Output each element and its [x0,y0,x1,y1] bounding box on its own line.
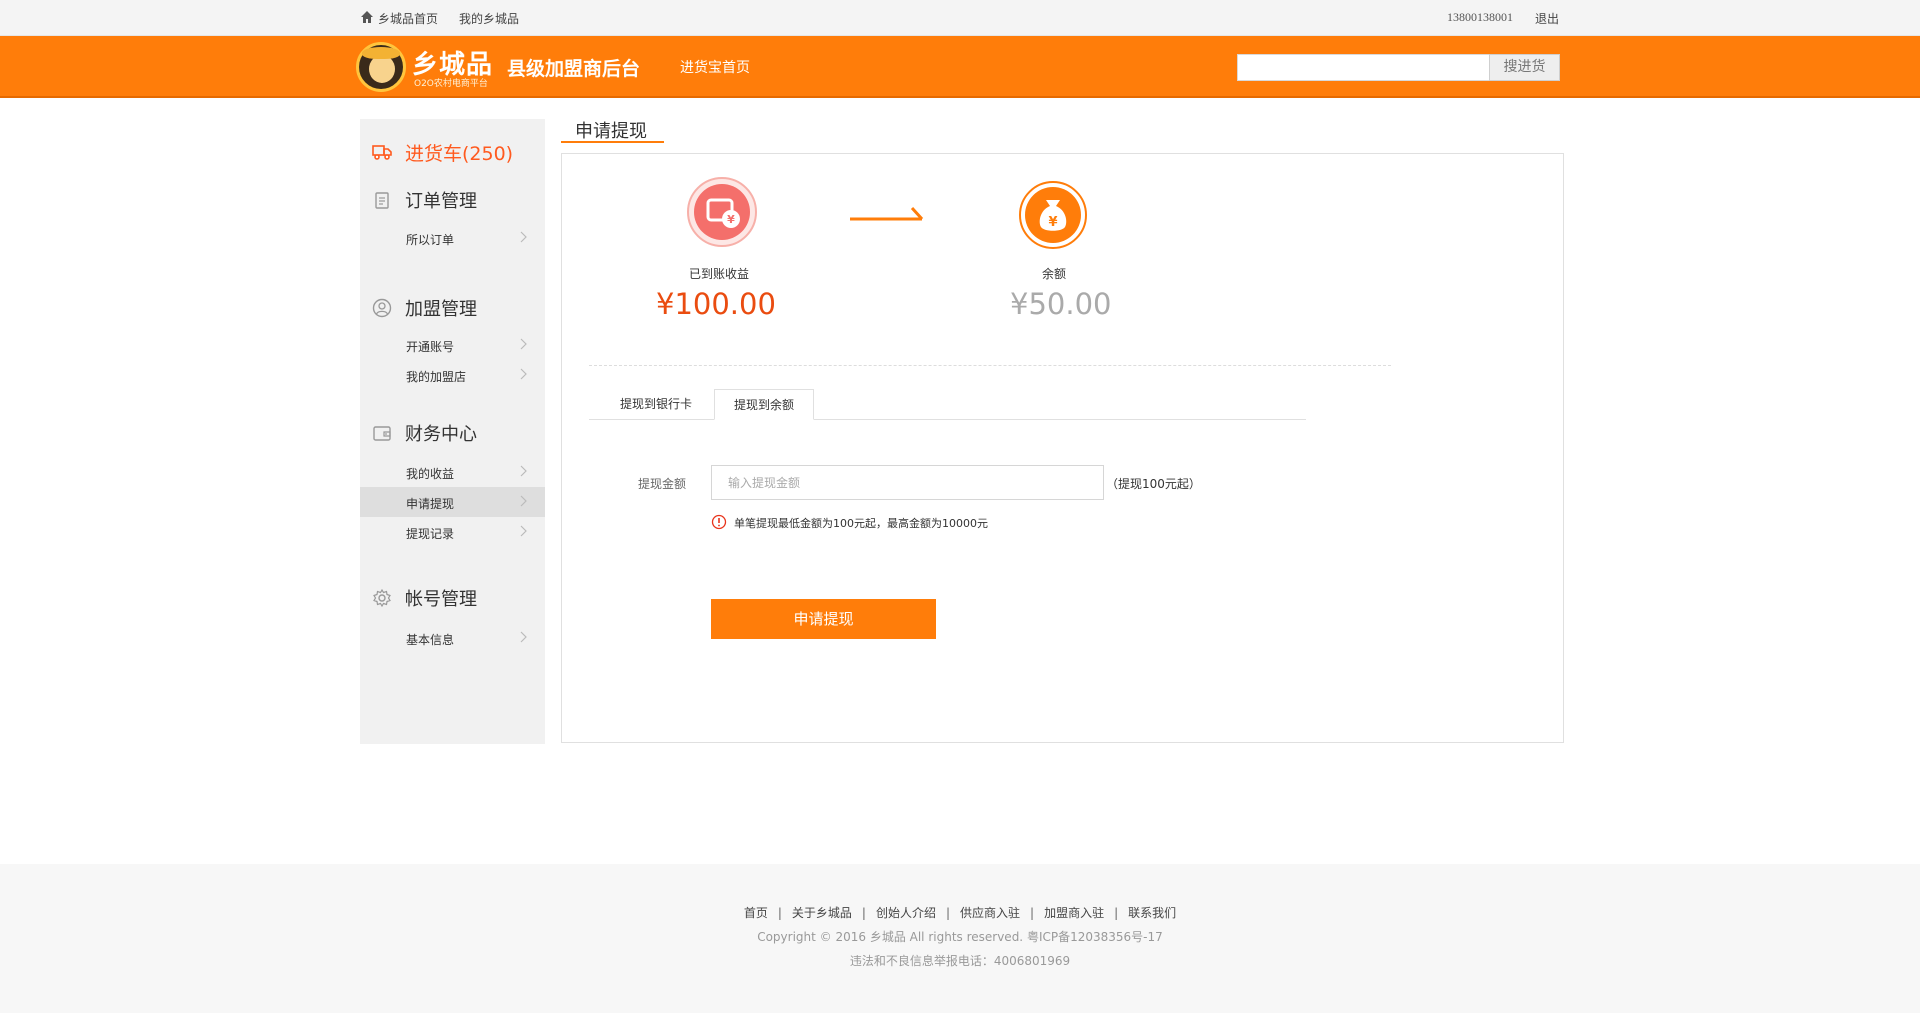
user-icon [372,298,392,318]
submit-withdraw-button[interactable]: 申请提现 [711,599,936,639]
search-button[interactable]: 搜进货 [1489,54,1560,81]
footer-link-contact[interactable]: 联系我们 [1128,906,1176,920]
logout-link[interactable]: 退出 [1535,10,1559,27]
clipboard-icon [375,192,389,209]
sidebar-cart[interactable]: 进货车(250) [372,141,514,165]
earnings-amount: ¥100.00 [656,287,776,321]
logo-hat [362,47,400,59]
balance-amount: ¥50.00 [1010,287,1112,321]
sidebar-item-label: 开通账号 [406,340,455,354]
earnings-icon: ¥ [687,177,757,247]
sidebar-section-title: 帐号管理 [405,589,477,610]
sidebar-item-label: 基本信息 [406,633,455,647]
sidebar-cart-label: 进货车(250) [405,142,514,165]
sidebar-item-all-orders[interactable]: 所以订单 [360,223,545,253]
arrow-right-icon [850,206,924,221]
sidebar-item-basic-info[interactable]: 基本信息 [360,623,545,653]
amount-label: 提现金额 [638,477,687,491]
money-bag-icon: ¥ [1019,181,1087,249]
warning-icon [711,514,727,530]
footer-separator: | [1030,906,1035,920]
sidebar-item-label: 我的收益 [406,467,455,481]
sidebar-item-label: 所以订单 [406,233,455,247]
sidebar-item-open-account[interactable]: 开通账号 [360,330,545,360]
tab-withdraw-to-bank[interactable]: 提现到银行卡 [608,389,704,420]
chevron-right-icon [520,525,527,537]
divider [589,365,1391,366]
page-title: 申请提现 [575,121,647,142]
gear-icon [373,588,391,608]
home-icon[interactable] [360,10,374,24]
sidebar-section-title: 加盟管理 [405,299,477,320]
amount-hint: （提现100元起） [1106,477,1201,491]
amount-input[interactable] [711,465,1104,500]
sidebar: 进货车(250) 订单管理 所以订单 加盟管理 开通账号 我的加盟店 财务中心 … [360,119,545,744]
brand-tagline: O2O农村电商平台 [414,79,488,89]
earnings-label: 已到账收益 [689,267,750,281]
svg-text:¥: ¥ [727,213,735,226]
chevron-right-icon [520,465,527,477]
truck-icon [372,145,392,160]
footer-link-franchise[interactable]: 加盟商入驻 [1044,906,1104,920]
svg-text:¥: ¥ [1048,215,1057,230]
home-link[interactable]: 乡城品首页 [378,10,438,27]
footer-link-supplier[interactable]: 供应商入驻 [960,906,1020,920]
footer-separator: | [945,906,951,920]
footer-copyright: Copyright © 2016 乡城品 All rights reserved… [757,930,1163,944]
footer-links: 首页 | 关于乡城品 | 创始人介绍 | 供应商入驻 | 加盟商入驻 | 联系我们 [0,904,1920,921]
sidebar-section-title: 订单管理 [405,191,477,212]
footer: 首页 | 关于乡城品 | 创始人介绍 | 供应商入驻 | 加盟商入驻 | 联系我们 Copyrigh… [0,864,1920,1013]
chevron-right-icon [520,631,527,643]
chevron-right-icon [520,231,527,243]
sidebar-item-label: 提现记录 [406,527,455,541]
tab-withdraw-to-balance[interactable]: 提现到余额 [714,389,814,420]
sidebar-item-apply-withdraw[interactable]: 申请提现 [360,487,545,517]
my-link[interactable]: 我的乡城品 [459,10,519,27]
sidebar-section-orders: 订单管理 [372,189,477,212]
sidebar-section-finance: 财务中心 [372,422,477,445]
user-phone: 13800138001 [1447,10,1513,24]
page-header-title: 县级加盟商后台 [507,58,641,80]
warning-text: 单笔提现最低金额为100元起，最高金额为10000元 [734,517,988,530]
chevron-right-icon [520,495,527,507]
footer-link-founder[interactable]: 创始人介绍 [876,906,936,920]
footer-report: 违法和不良信息举报电话：4006801969 [849,954,1071,968]
nav-link-home[interactable]: 进货宝首页 [680,57,750,77]
sidebar-section-franchise: 加盟管理 [372,297,477,320]
footer-separator: | [861,906,866,920]
sidebar-item-label: 申请提现 [406,497,455,511]
footer-link-about[interactable]: 关于乡城品 [792,906,852,920]
logo-face [369,55,395,83]
sidebar-section-title: 财务中心 [405,424,477,445]
top-bar: 乡城品首页 我的乡城品 13800138001 退出 [0,0,1920,36]
header: 乡城品 O2O农村电商平台 县级加盟商后台 进货宝首页 搜进货 [0,36,1920,98]
balance-label: 余额 [1042,267,1067,281]
logo-icon[interactable] [356,42,406,92]
chevron-right-icon [520,368,527,380]
sidebar-section-account: 帐号管理 [372,587,477,610]
footer-link-home[interactable]: 首页 [744,906,768,920]
sidebar-item-my-stores[interactable]: 我的加盟店 [360,360,545,390]
footer-separator: | [777,906,782,920]
sidebar-item-my-earnings[interactable]: 我的收益 [360,457,545,487]
title-underline [561,141,664,143]
footer-separator: | [1114,906,1119,920]
sidebar-item-withdraw-records[interactable]: 提现记录 [360,517,545,547]
wallet-icon [373,426,391,441]
chevron-right-icon [520,338,527,350]
search-input[interactable] [1237,54,1490,81]
sidebar-item-label: 我的加盟店 [406,370,467,384]
